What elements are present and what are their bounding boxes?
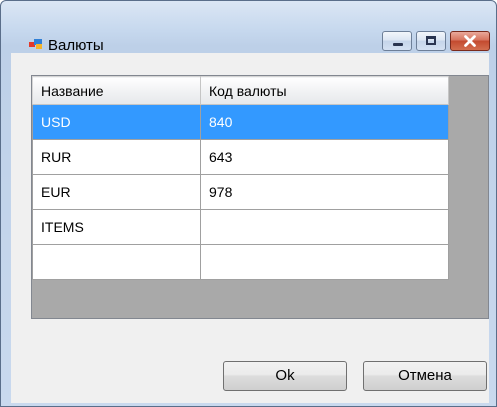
table-row[interactable]: EUR 978 bbox=[32, 174, 449, 210]
close-icon bbox=[464, 35, 476, 47]
new-row[interactable] bbox=[32, 244, 449, 280]
cell-name[interactable]: ITEMS bbox=[32, 209, 201, 245]
cell-code[interactable]: 643 bbox=[200, 139, 449, 175]
ok-button[interactable]: Ok bbox=[223, 361, 347, 391]
caption-buttons bbox=[382, 31, 490, 53]
table-row[interactable]: USD 840 bbox=[32, 104, 449, 140]
cell-code[interactable] bbox=[200, 209, 449, 245]
window-app-icon[interactable] bbox=[29, 37, 43, 49]
table-row[interactable]: ITEMS bbox=[32, 209, 449, 245]
minimize-icon bbox=[393, 43, 403, 46]
cell-name[interactable]: EUR bbox=[32, 174, 201, 210]
column-header-name[interactable]: Название bbox=[32, 76, 201, 105]
column-header-code[interactable]: Код валюты bbox=[200, 76, 449, 105]
window-client-area: Название Код валюты USD 840 RUR 643 EUR bbox=[11, 53, 489, 403]
currencies-window: Валюты Название Код валюты USD 840 RUR 6… bbox=[0, 0, 497, 407]
currency-table: Название Код валюты USD 840 RUR 643 EUR bbox=[32, 76, 449, 280]
cell-code[interactable]: 840 bbox=[200, 104, 449, 140]
header-row: Название Код валюты bbox=[32, 76, 449, 105]
cancel-button[interactable]: Отмена bbox=[363, 361, 487, 391]
cell-code[interactable]: 978 bbox=[200, 174, 449, 210]
cell-code[interactable] bbox=[200, 244, 449, 280]
cell-name[interactable]: USD bbox=[32, 104, 201, 140]
currency-grid[interactable]: Название Код валюты USD 840 RUR 643 EUR bbox=[31, 75, 489, 319]
table-row[interactable]: RUR 643 bbox=[32, 139, 449, 175]
cell-name[interactable] bbox=[32, 244, 201, 280]
maximize-button[interactable] bbox=[416, 31, 446, 51]
close-button[interactable] bbox=[450, 31, 490, 51]
maximize-icon bbox=[426, 36, 436, 45]
title-bar[interactable]: Валюты bbox=[1, 1, 496, 54]
minimize-button[interactable] bbox=[382, 31, 412, 51]
cell-name[interactable]: RUR bbox=[32, 139, 201, 175]
